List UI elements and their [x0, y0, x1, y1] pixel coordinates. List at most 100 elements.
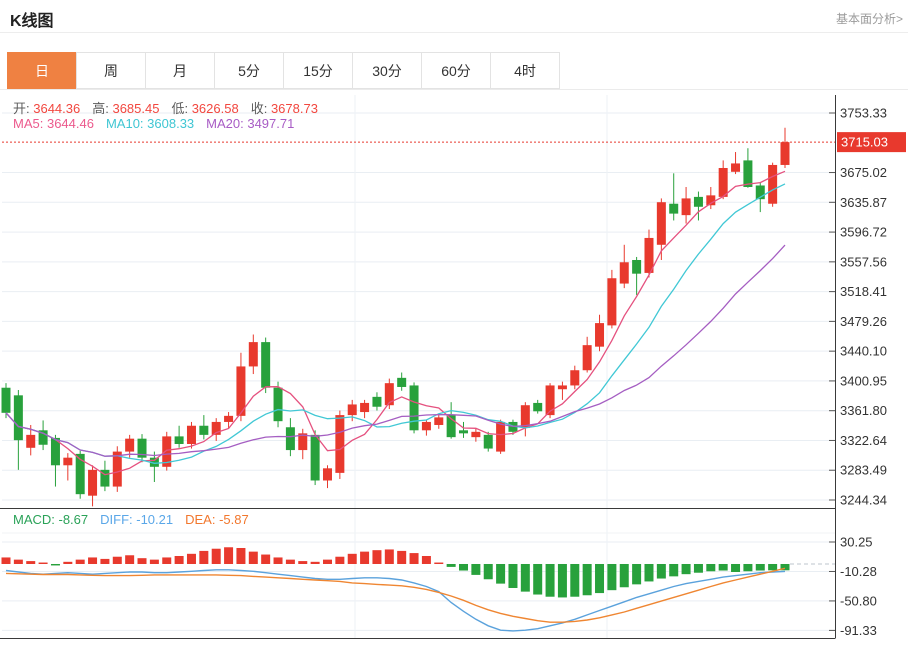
candle — [372, 397, 381, 407]
candle — [694, 197, 703, 207]
candle — [743, 160, 752, 187]
candle — [768, 165, 777, 204]
macd-bar — [669, 564, 678, 576]
candle — [360, 403, 369, 412]
candle — [261, 342, 270, 388]
ma-legend: MA5: 3644.46MA10: 3608.33MA20: 3497.71 — [13, 116, 306, 131]
legend-item: 低: 3626.58 — [171, 101, 238, 116]
macd-bar — [422, 556, 431, 564]
y-axis-label: -91.33 — [840, 623, 877, 638]
y-axis-label: 3244.34 — [840, 492, 887, 507]
legend-item: DIFF: -10.21 — [100, 512, 173, 527]
macd-bar — [521, 564, 530, 592]
kline-page: K线图 基本面分析> 日周月5分15分30分60分4时 3715.033753.… — [0, 0, 908, 647]
ma5-line — [6, 171, 785, 474]
candle — [397, 378, 406, 387]
y-axis-label: 3400.95 — [840, 373, 887, 388]
legend-item: MACD: -8.67 — [13, 512, 88, 527]
macd-bar — [88, 557, 97, 564]
macd-bar — [39, 563, 48, 564]
macd-bar — [63, 562, 72, 564]
macd-bar — [224, 547, 233, 564]
macd-bar — [76, 560, 85, 564]
candle — [669, 204, 678, 214]
macd-bar — [286, 560, 295, 564]
macd-bar — [644, 564, 653, 581]
candle — [422, 422, 431, 430]
macd-bar — [706, 564, 715, 571]
legend-item: MA20: 3497.71 — [206, 116, 294, 131]
y-axis-label: 3322.64 — [840, 433, 887, 448]
macd-bar — [212, 549, 221, 564]
y-axis-label: 3635.87 — [840, 195, 887, 210]
legend-item: 开: 3644.36 — [13, 101, 80, 116]
current-price-value: 3715.03 — [841, 135, 888, 150]
macd-bar — [484, 564, 493, 579]
macd-bar — [372, 550, 381, 564]
macd-bar — [397, 551, 406, 564]
macd-bar — [2, 557, 11, 564]
macd-bar — [743, 564, 752, 571]
macd-bar — [249, 552, 258, 564]
candle — [199, 426, 208, 435]
macd-bar — [138, 558, 147, 564]
macd-bar — [657, 564, 666, 579]
candle — [63, 458, 72, 466]
diff-line — [6, 570, 785, 631]
candle — [335, 415, 344, 473]
candle — [26, 435, 35, 448]
candle — [620, 262, 629, 283]
macd-bar — [175, 556, 184, 564]
candle — [595, 323, 604, 347]
y-axis-label: 3518.41 — [840, 284, 887, 299]
macd-bar — [26, 561, 35, 564]
candle — [682, 198, 691, 215]
macd-bar — [162, 557, 171, 564]
legend-item: MA10: 3608.33 — [106, 116, 194, 131]
candle — [274, 388, 283, 421]
candle — [434, 417, 443, 425]
macd-bar — [694, 564, 703, 573]
y-axis-label: -50.80 — [840, 593, 877, 608]
candle — [2, 388, 11, 413]
macd-bar — [410, 553, 419, 564]
candle — [607, 278, 616, 325]
macd-bar — [595, 564, 604, 593]
macd-bar — [471, 564, 480, 575]
macd-bar — [632, 564, 641, 584]
macd-bar — [546, 564, 555, 597]
candle — [311, 435, 320, 481]
macd-bar — [199, 551, 208, 564]
macd-bar — [620, 564, 629, 587]
candle — [558, 385, 567, 389]
macd-bar — [113, 557, 122, 564]
y-axis-label: 3557.56 — [840, 254, 887, 269]
legend-item: 收: 3678.73 — [251, 101, 318, 116]
y-axis-label: 3675.02 — [840, 165, 887, 180]
macd-bar — [496, 564, 505, 584]
candle — [781, 142, 790, 165]
candle — [410, 385, 419, 430]
candle — [484, 435, 493, 449]
macd-bar — [51, 564, 60, 565]
candle — [286, 427, 295, 450]
macd-bar — [719, 564, 728, 571]
macd-bar — [261, 555, 270, 564]
macd-bar — [14, 560, 23, 564]
candle — [348, 404, 357, 415]
candle — [224, 416, 233, 422]
macd-bar — [187, 554, 196, 564]
y-axis-label: -10.28 — [840, 564, 877, 579]
macd-bar — [558, 564, 567, 597]
y-axis-label: 3283.49 — [840, 463, 887, 478]
macd-bar — [583, 564, 592, 595]
macd-bar — [311, 562, 320, 564]
y-axis-label: 3440.10 — [840, 344, 887, 359]
macd-bar — [348, 554, 357, 564]
macd-bar — [768, 564, 777, 570]
candle — [459, 430, 468, 433]
macd-bar — [335, 557, 344, 564]
candle — [731, 163, 740, 171]
y-axis-label: 3479.26 — [840, 314, 887, 329]
macd-bar — [731, 564, 740, 572]
